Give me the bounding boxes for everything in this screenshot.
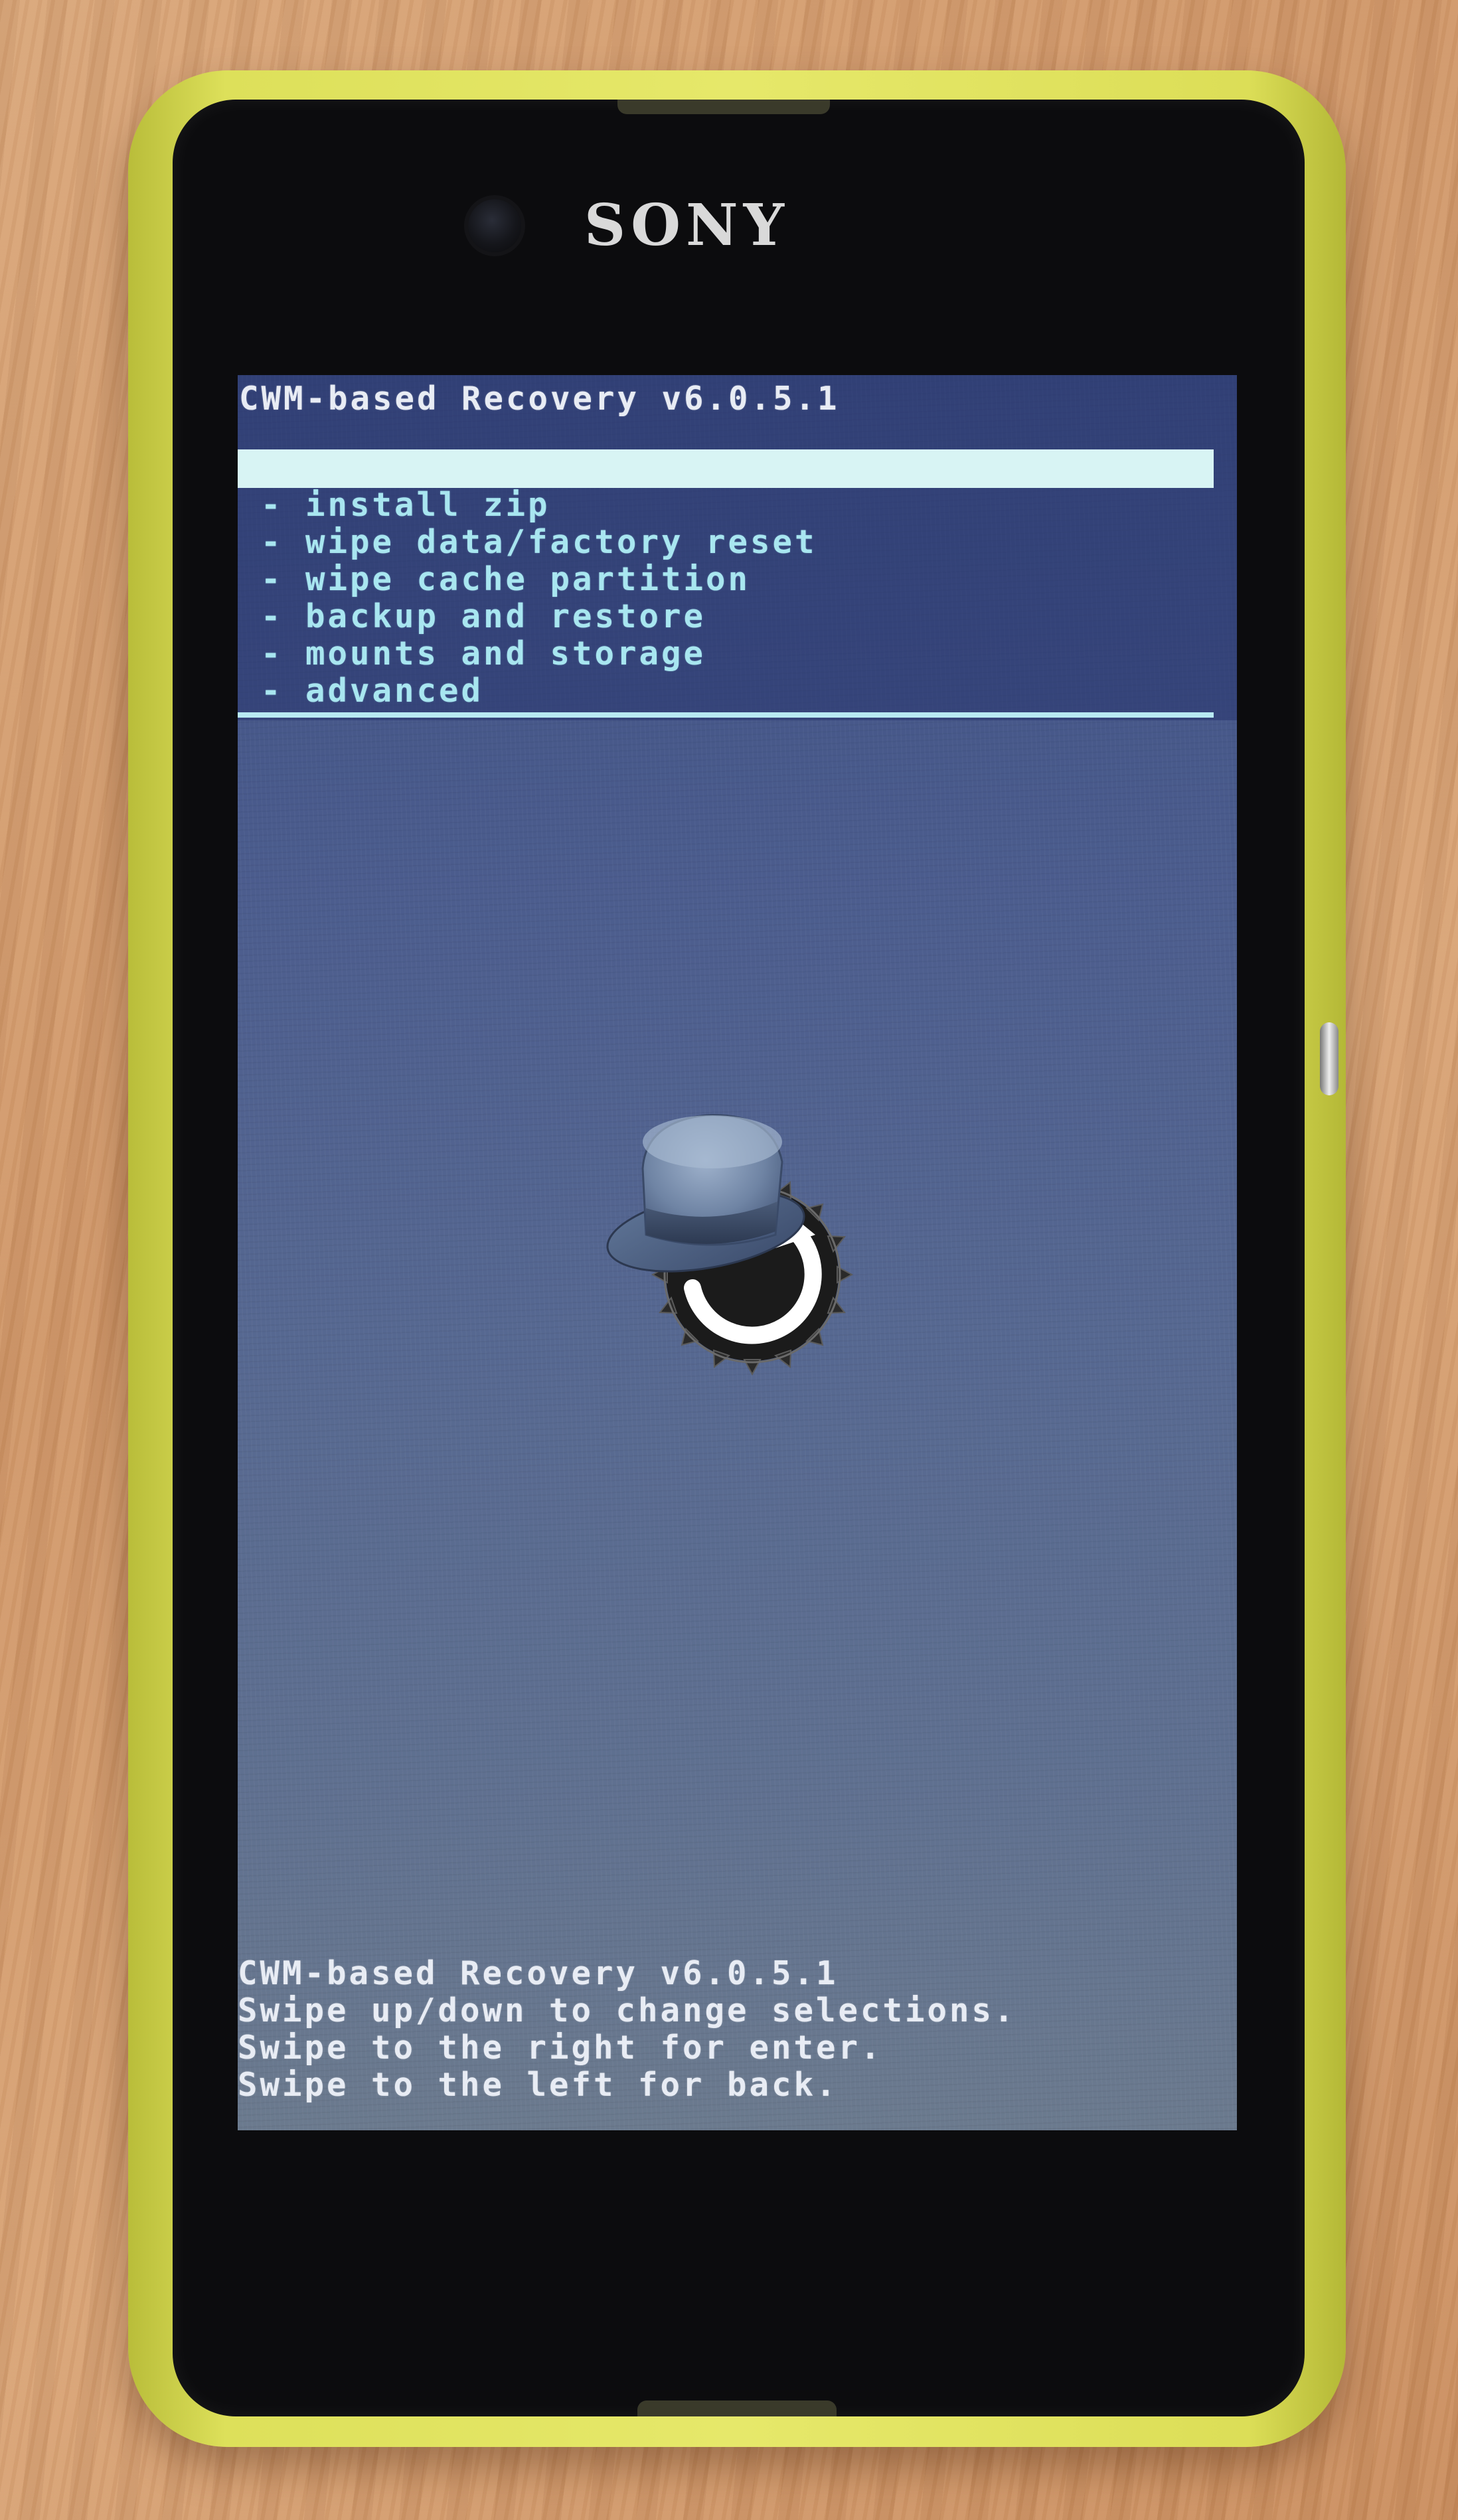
clockworkmod-hat-gear-icon	[606, 1114, 854, 1376]
menu-item-advanced[interactable]: - advanced	[238, 672, 817, 710]
power-button[interactable]	[1320, 1022, 1338, 1095]
recovery-instructions: CWM-based Recovery v6.0.5.1 Swipe up/dow…	[238, 1955, 1016, 2104]
menu-item-install-zip[interactable]: - install zip	[238, 487, 817, 524]
recovery-menu: - install zip - wipe data/factory reset …	[238, 487, 817, 710]
footer-swipe-updown: Swipe up/down to change selections.	[238, 1992, 1016, 2029]
bottom-slot	[637, 2401, 837, 2416]
footer-swipe-right: Swipe to the right for enter.	[238, 2029, 883, 2067]
selection-highlight[interactable]	[238, 449, 1214, 488]
menu-item-mounts-storage[interactable]: - mounts and storage	[238, 635, 817, 672]
menu-item-backup-restore[interactable]: - backup and restore	[238, 598, 817, 635]
earpiece-slot	[617, 100, 830, 114]
recovery-screen[interactable]: CWM-based Recovery v6.0.5.1 - install zi…	[238, 375, 1237, 2130]
menu-item-wipe-cache[interactable]: - wipe cache partition	[238, 561, 817, 598]
menu-item-wipe-data[interactable]: - wipe data/factory reset	[238, 524, 817, 561]
menu-divider	[238, 712, 1214, 718]
footer-swipe-left: Swipe to the left for back.	[238, 2066, 839, 2104]
recovery-title: CWM-based Recovery v6.0.5.1	[239, 380, 840, 418]
footer-version: CWM-based Recovery v6.0.5.1	[238, 1954, 839, 1992]
brand-logo: SONY	[584, 192, 790, 259]
front-camera-icon	[468, 199, 521, 252]
